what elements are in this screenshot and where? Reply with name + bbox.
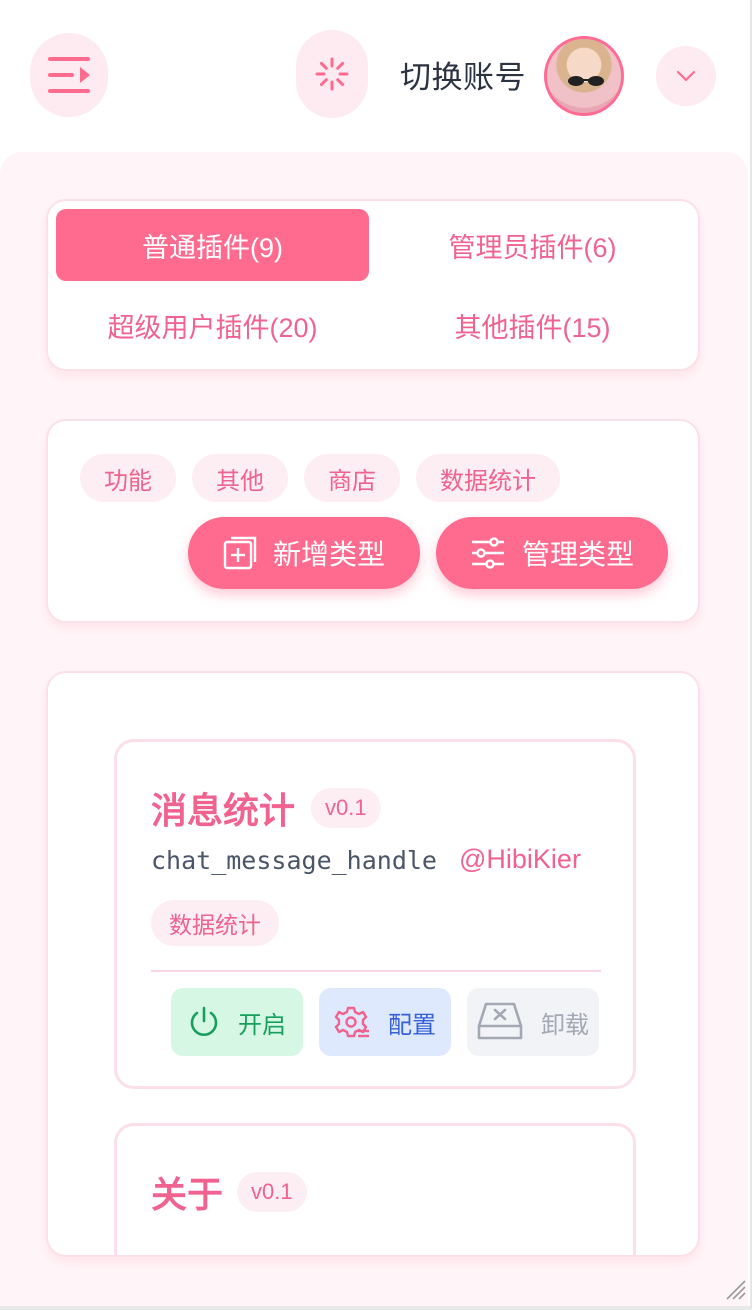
app-frame: 切换账号 普通插件(9) 管理员插件(6) 超级用户插件(20) 其他插件(15… [0,0,752,1310]
gear-icon [334,1006,369,1038]
top-header: 切换账号 [0,0,748,150]
manage-type-button[interactable]: 管理类型 [436,517,668,589]
category-chip[interactable]: 商店 [304,454,400,502]
add-square-icon [223,536,257,570]
switch-account-label[interactable]: 切换账号 [400,52,526,97]
power-icon [190,1006,218,1036]
add-type-label: 新增类型 [272,539,385,570]
avatar-glasses-shape [568,76,604,86]
plugin-module-name: chat_message_handle [151,846,437,875]
account-dropdown-button[interactable] [656,46,716,106]
uninstall-button[interactable]: 卸载 [467,988,599,1056]
tab-admin-plugins[interactable]: 管理员插件(6) [376,209,689,281]
enable-button[interactable]: 开启 [171,988,303,1056]
config-label: 配置 [388,1011,436,1039]
plugin-categories-card: 功能 其他 商店 数据统计 新增类型 管理类型 [46,419,700,623]
plugin-card: 关于 v0.1 [114,1123,636,1255]
category-chip[interactable]: 其他 [192,454,288,502]
config-button[interactable]: 配置 [319,988,451,1056]
avatar[interactable] [544,36,624,116]
plugin-title: 消息统计 [151,790,296,831]
main-panel: 普通插件(9) 管理员插件(6) 超级用户插件(20) 其他插件(15) 功能 … [0,152,748,1306]
plugin-category-chip: 数据统计 [151,900,279,946]
version-badge: v0.1 [311,788,381,828]
resize-handle-icon[interactable] [724,1278,746,1300]
enable-label: 开启 [238,1011,286,1039]
category-chip[interactable]: 功能 [80,454,176,502]
sliders-icon [471,537,504,569]
chevron-down-icon [676,70,696,82]
loading-spinner-icon [315,57,349,91]
plugin-title: 关于 [151,1174,224,1215]
divider [151,970,601,972]
plugin-type-tabs: 普通插件(9) 管理员插件(6) 超级用户插件(20) 其他插件(15) [46,199,700,371]
category-chip[interactable]: 数据统计 [416,454,560,502]
add-type-button[interactable]: 新增类型 [188,517,420,589]
menu-collapse-icon [48,57,90,93]
plugin-list-card: 消息统计 v0.1 chat_message_handle @HibiKier … [46,671,700,1257]
tab-other-plugins[interactable]: 其他插件(15) [376,289,689,361]
version-badge: v0.1 [237,1172,307,1212]
loading-button[interactable] [296,30,368,118]
menu-toggle-button[interactable] [30,33,108,117]
tab-superuser-plugins[interactable]: 超级用户插件(20) [56,289,369,361]
tab-normal-plugins[interactable]: 普通插件(9) [56,209,369,281]
uninstall-label: 卸载 [541,1011,589,1039]
manage-type-label: 管理类型 [521,539,634,570]
plugin-card: 消息统计 v0.1 chat_message_handle @HibiKier … [114,739,636,1089]
uninstall-drive-icon [477,1002,523,1040]
plugin-author: @HibiKier [459,844,581,874]
